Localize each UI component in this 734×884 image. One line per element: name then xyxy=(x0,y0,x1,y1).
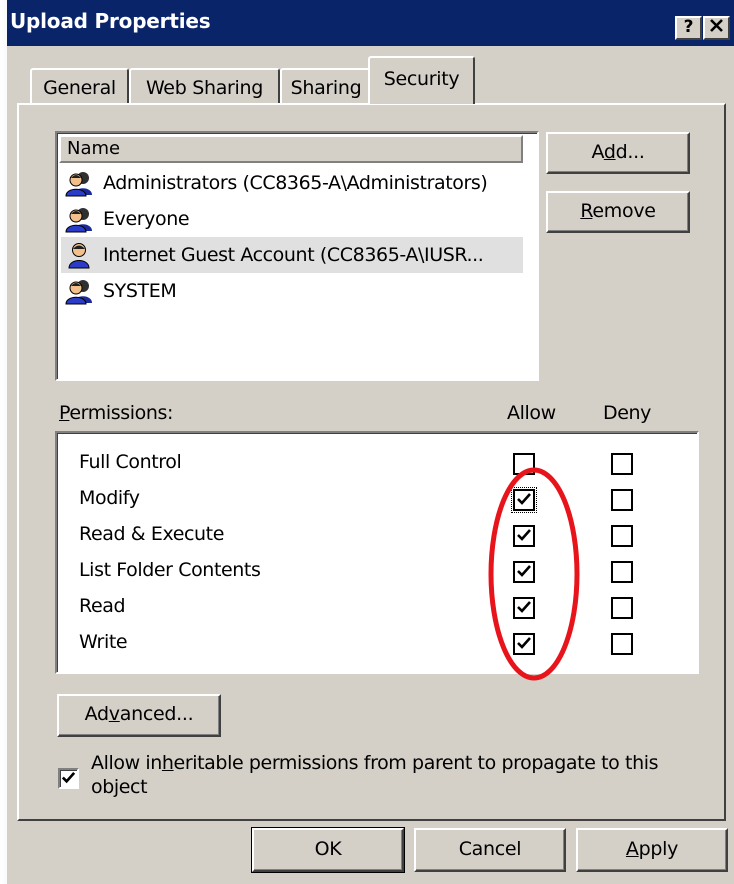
tab-security[interactable]: Security xyxy=(368,56,475,104)
permissions-label: Permissions: xyxy=(59,402,173,424)
add-button[interactable]: Add... xyxy=(546,132,690,174)
help-button[interactable]: ? xyxy=(675,16,702,40)
tab-general-label: General xyxy=(43,77,116,99)
list-item[interactable]: Everyone xyxy=(61,201,523,237)
deny-write-checkbox[interactable] xyxy=(611,633,633,655)
deny-read-checkbox[interactable] xyxy=(611,597,633,619)
deny-full-control-checkbox[interactable] xyxy=(611,453,633,475)
ok-button[interactable]: OK xyxy=(251,827,405,873)
apply-button-label: pply xyxy=(638,838,679,860)
permissions-list[interactable]: Full Control Modify Read & Execute List … xyxy=(55,431,699,674)
annotation-ellipse xyxy=(488,467,580,681)
user-group-icon xyxy=(65,208,92,233)
list-item[interactable]: Administrators (CC8365-A\Administrators) xyxy=(61,165,523,201)
deny-read-execute-checkbox[interactable] xyxy=(611,525,633,547)
user-group-icon xyxy=(65,172,92,197)
user-name: Everyone xyxy=(103,208,190,230)
tab-general[interactable]: General xyxy=(30,68,129,108)
add-button-label: A xyxy=(591,141,604,163)
inherit-permissions-label[interactable]: Allow inheritable permissions from paren… xyxy=(91,751,711,799)
advanced-button-mnemonic: v xyxy=(108,703,120,725)
security-tab-panel: Name Administrators (CC8365-A\Administra… xyxy=(17,103,726,821)
permission-name: Write xyxy=(79,631,128,653)
users-list[interactable]: Name Administrators (CC8365-A\Administra… xyxy=(55,131,539,381)
properties-dialog: Upload Properties ? General Web Sharing … xyxy=(7,0,734,884)
title-bar: Upload Properties ? xyxy=(7,0,734,46)
tab-web-sharing[interactable]: Web Sharing xyxy=(129,68,280,108)
window-title: Upload Properties xyxy=(10,9,211,33)
permission-name: Modify xyxy=(79,487,140,509)
allow-column-header: Allow xyxy=(507,402,556,424)
permission-name: Full Control xyxy=(79,451,182,473)
single-user-icon xyxy=(68,243,90,269)
add-button-mnemonic: d xyxy=(603,141,616,163)
inherit-permissions-checkbox[interactable] xyxy=(58,768,79,789)
checkmark-icon xyxy=(61,771,76,784)
user-name: SYSTEM xyxy=(103,280,177,302)
permission-name: List Folder Contents xyxy=(79,559,261,581)
apply-button-mnemonic: A xyxy=(625,838,639,860)
inherit-label-part: Allow in xyxy=(91,752,162,774)
add-button-label-rest: d... xyxy=(615,141,645,163)
permissions-label-text: ermissions: xyxy=(69,402,173,424)
tab-sharing[interactable]: Sharing xyxy=(280,68,372,108)
remove-button[interactable]: Remove xyxy=(546,191,690,233)
inherit-label-line2: object xyxy=(91,776,148,798)
user-name: Administrators (CC8365-A\Administrators) xyxy=(103,172,488,194)
inherit-label-mnemonic: h xyxy=(161,752,174,774)
list-item[interactable]: SYSTEM xyxy=(61,273,523,309)
tab-sharing-label: Sharing xyxy=(290,77,362,99)
apply-button[interactable]: Apply xyxy=(576,828,728,872)
deny-modify-checkbox[interactable] xyxy=(611,489,633,511)
name-column-header-label: Name xyxy=(67,138,121,159)
permissions-label-mnemonic: P xyxy=(59,402,70,424)
name-column-header[interactable]: Name xyxy=(59,135,523,163)
user-name: Internet Guest Account (CC8365-A\IUSR... xyxy=(103,244,484,266)
remove-button-label: emove xyxy=(592,200,656,222)
deny-column-header: Deny xyxy=(603,402,652,424)
close-icon xyxy=(710,19,723,32)
user-group-icon xyxy=(65,280,92,305)
deny-list-folder-contents-checkbox[interactable] xyxy=(611,561,633,583)
remove-button-mnemonic: R xyxy=(580,200,593,222)
advanced-button-label: Ad xyxy=(84,703,109,725)
permission-name: Read xyxy=(79,595,126,617)
permission-name: Read & Execute xyxy=(79,523,225,545)
tab-web-sharing-label: Web Sharing xyxy=(145,77,264,99)
cancel-button[interactable]: Cancel xyxy=(414,828,566,872)
tab-security-label: Security xyxy=(383,68,460,90)
inherit-label-part: eritable permissions from parent to prop… xyxy=(173,752,659,774)
close-button[interactable] xyxy=(703,16,730,40)
advanced-button-label-rest: anced... xyxy=(119,703,194,725)
list-item-selected[interactable]: Internet Guest Account (CC8365-A\IUSR... xyxy=(61,237,523,273)
advanced-button[interactable]: Advanced... xyxy=(57,694,221,737)
